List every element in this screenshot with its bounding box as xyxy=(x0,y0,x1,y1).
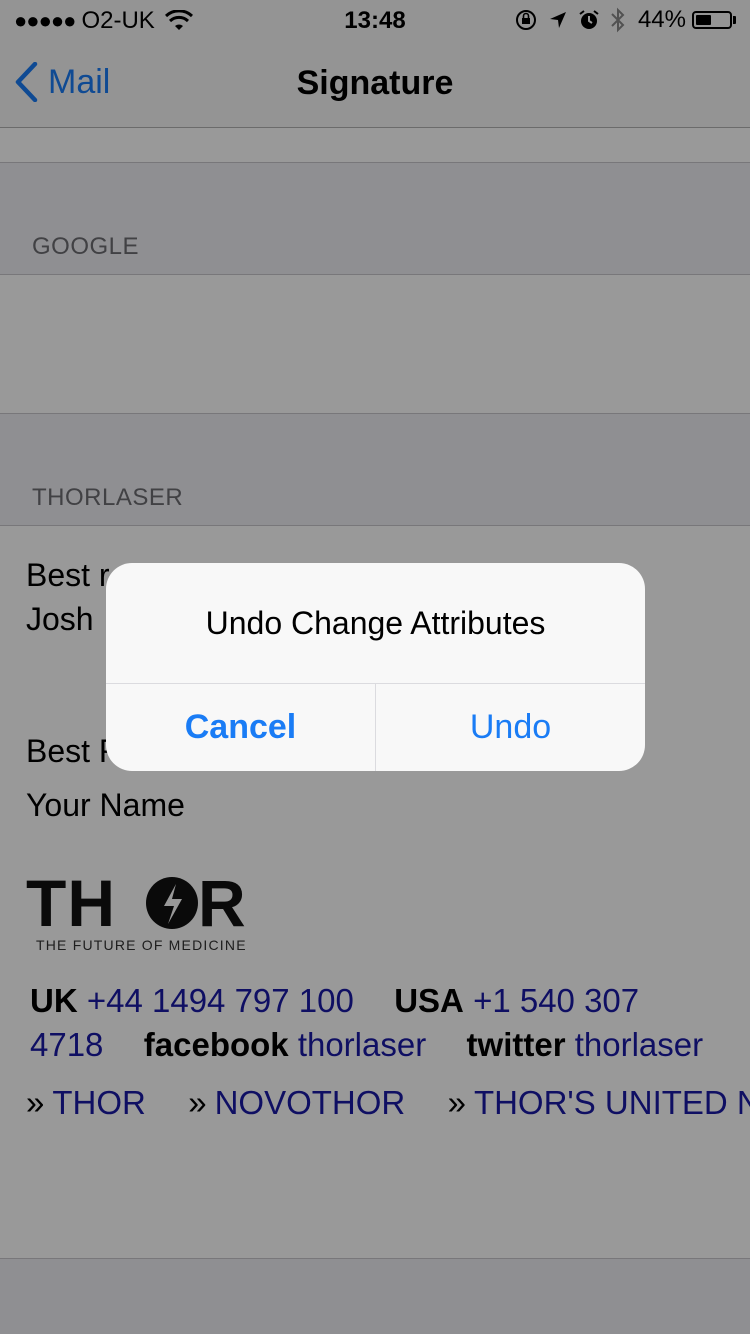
undo-button[interactable]: Undo xyxy=(376,684,645,771)
alert-title: Undo Change Attributes xyxy=(205,605,546,641)
cancel-button[interactable]: Cancel xyxy=(106,684,375,771)
undo-alert-dialog: Undo Change Attributes Cancel Undo xyxy=(106,563,645,771)
